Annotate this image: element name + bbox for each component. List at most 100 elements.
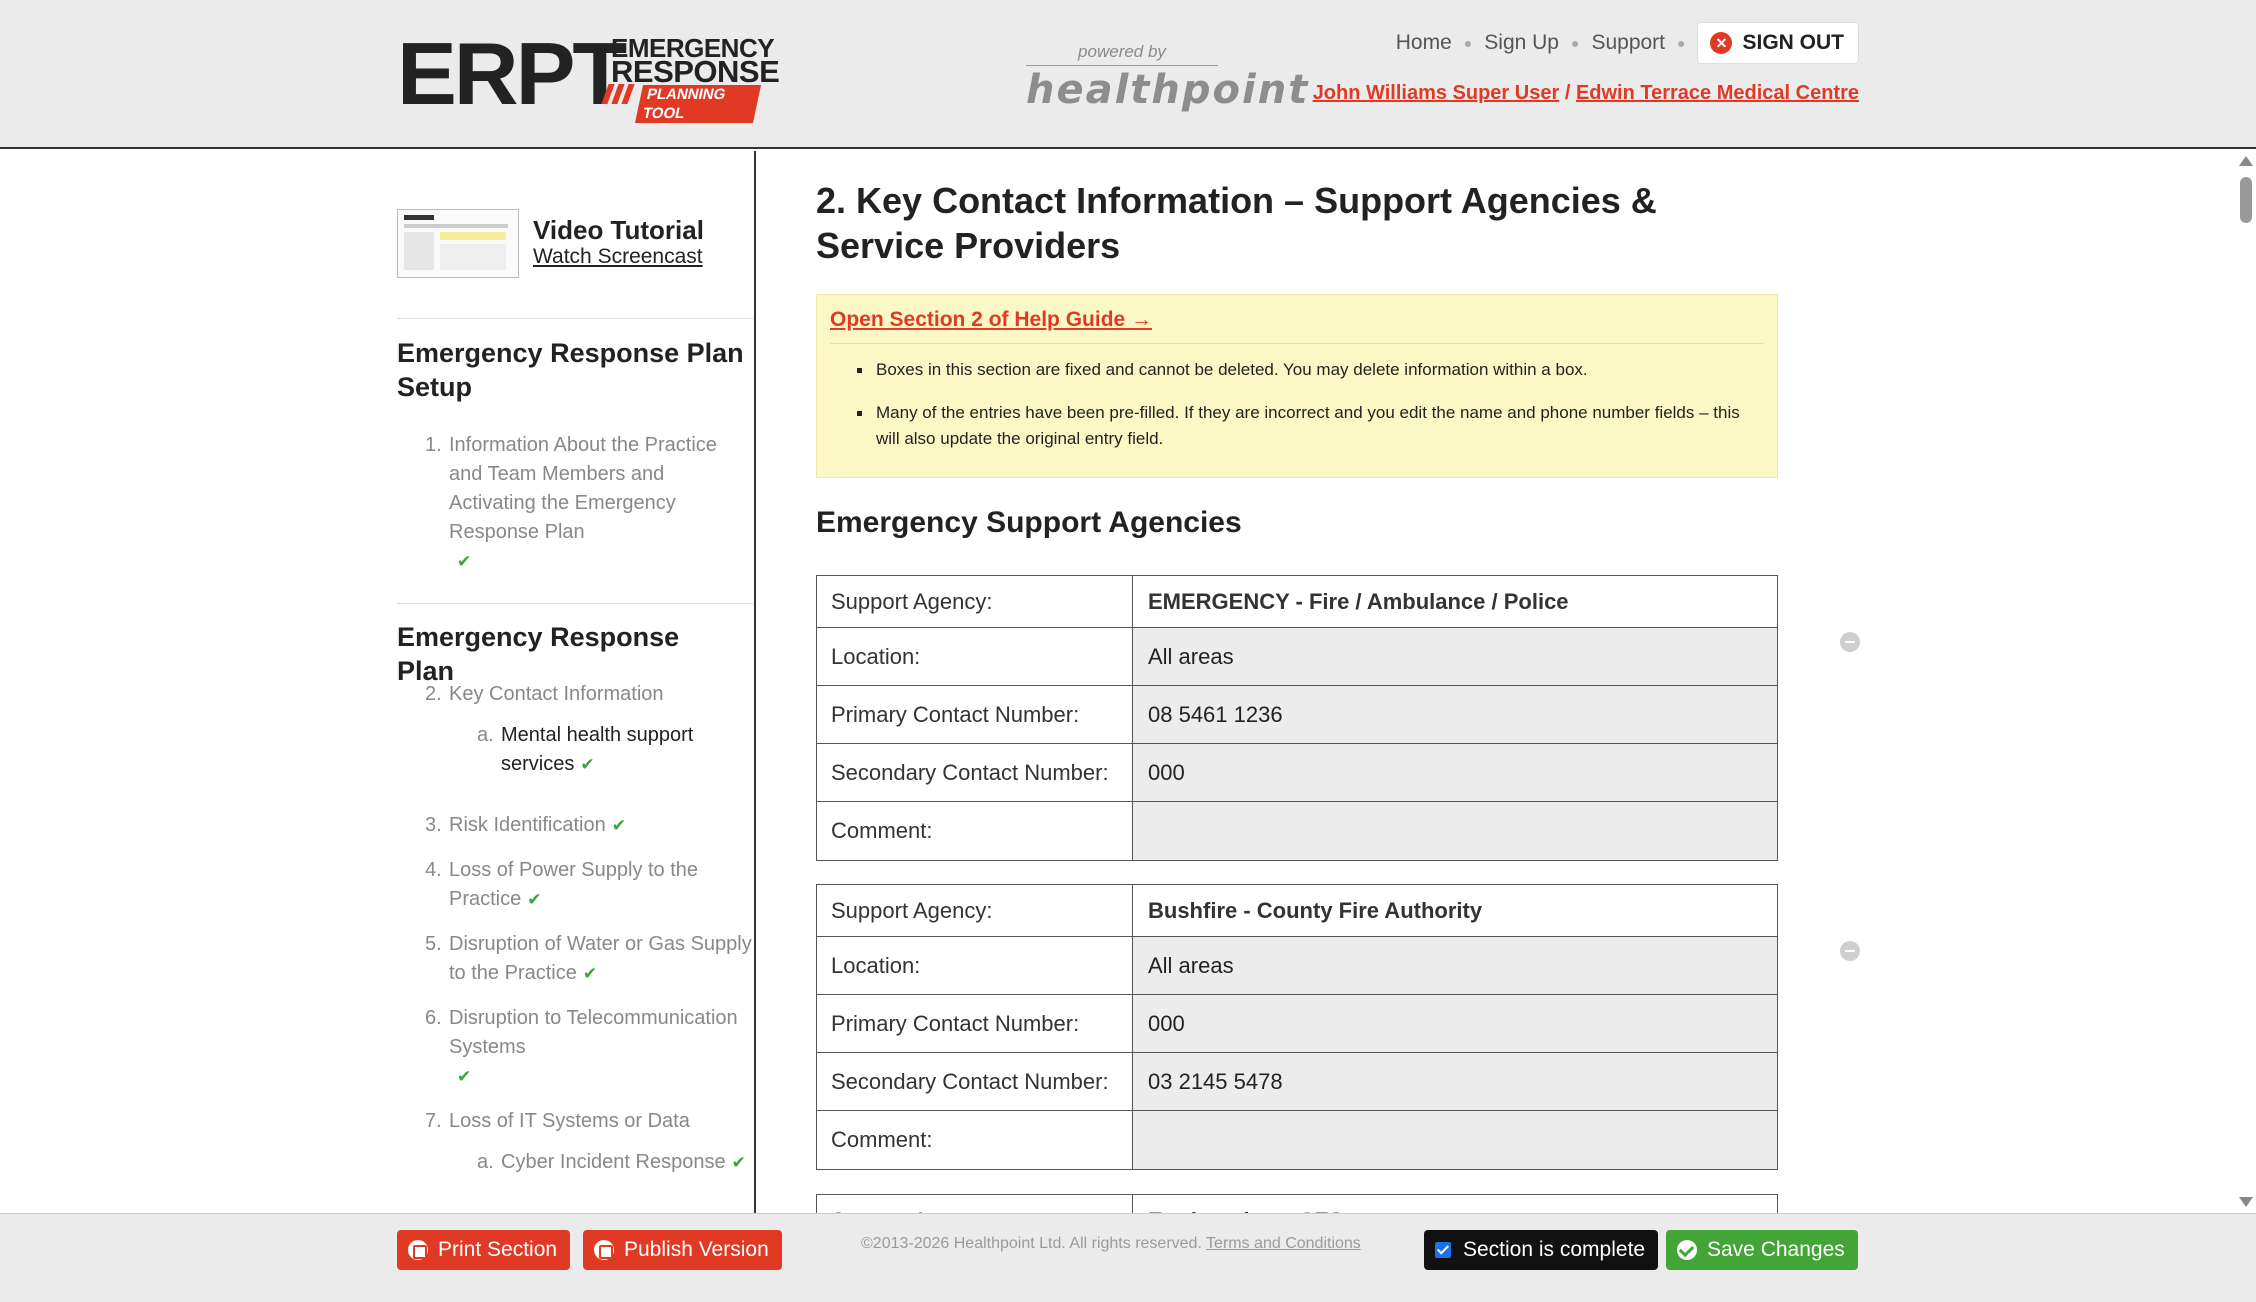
secondary-number-field[interactable]: 000 — [1133, 744, 1777, 801]
check-icon: ✔ — [731, 1153, 746, 1172]
healthpoint-logo: healthpoint — [1026, 67, 1310, 113]
help-guide-link[interactable]: Open Section 2 of Help Guide → — [830, 308, 1152, 332]
erpt-logo[interactable]: ERPT EMERGENCY RESPONSE PLANNING TOOL — [397, 30, 780, 123]
publish-version-button[interactable]: Publish Version — [583, 1230, 782, 1270]
sidebar-item-7a[interactable]: a. Cyber Incident Response ✔ — [397, 1148, 753, 1177]
practice-name-link[interactable]: Edwin Terrace Medical Centre — [1576, 82, 1859, 104]
powered-by-label: powered by — [1078, 42, 1166, 61]
sidebar-item-label: Mental health support services — [501, 724, 694, 775]
setup-heading: Emergency Response Plan Setup — [397, 338, 744, 402]
sidebar-item-label: Cyber Incident Response — [501, 1151, 726, 1173]
top-nav: Home ● Sign Up ● Support ● ✕ SIGN OUT — [1396, 22, 1859, 64]
save-changes-button[interactable]: Save Changes — [1666, 1230, 1858, 1270]
powered-divider — [1026, 65, 1218, 66]
page-scrollbar[interactable] — [2236, 151, 2256, 1213]
agency-label: Support Agency: — [817, 1195, 1133, 1213]
user-name-link[interactable]: John Williams Super User — [1313, 82, 1560, 104]
checkbox-icon[interactable] — [1435, 1242, 1451, 1258]
help-bullet: Many of the entries have been pre-filled… — [857, 400, 1759, 452]
nav-home[interactable]: Home — [1396, 31, 1452, 55]
sidebar-item-1[interactable]: 1. Information About the Practice and Te… — [397, 431, 753, 576]
sidebar-item-label: Key Contact Information — [449, 683, 664, 705]
section-complete-label: Section is complete — [1463, 1238, 1646, 1261]
user-separator: / — [1564, 82, 1571, 104]
location-field[interactable]: All areas — [1133, 937, 1777, 994]
video-thumbnail[interactable] — [397, 209, 519, 278]
nav-support[interactable]: Support — [1591, 31, 1665, 55]
sidebar-item-7[interactable]: 7. Loss of IT Systems or Data — [397, 1107, 753, 1136]
secondary-label: Secondary Contact Number: — [817, 1053, 1133, 1110]
check-icon: ✔ — [457, 1067, 472, 1086]
powered-by-healthpoint: powered by healthpoint — [1026, 42, 1310, 113]
watch-screencast-link[interactable]: Watch Screencast — [533, 245, 703, 268]
sidebar-item-label: Information About the Practice and Team … — [449, 434, 717, 543]
nav-signup[interactable]: Sign Up — [1484, 31, 1559, 55]
video-tutorial: Video Tutorial Watch Screencast — [397, 209, 704, 278]
scroll-up-arrow-icon[interactable] — [2239, 156, 2253, 166]
agency-label: Support Agency: — [817, 885, 1133, 936]
sidebar-item-label: Disruption of Water or Gas Supply to the… — [449, 933, 752, 984]
help-box: Open Section 2 of Help Guide → Boxes in … — [816, 294, 1778, 478]
sidebar-item-label: Loss of IT Systems or Data — [449, 1110, 690, 1132]
sidebar-divider — [397, 603, 753, 604]
agency-label: Support Agency: — [817, 576, 1133, 627]
logo-stripes — [601, 84, 635, 104]
section-complete-toggle[interactable]: Section is complete — [1424, 1230, 1659, 1270]
location-label: Location: — [817, 628, 1133, 685]
publish-version-label: Publish Version — [624, 1238, 769, 1261]
scrollbar-thumb[interactable] — [2240, 177, 2252, 223]
sidebar-item-2[interactable]: 2. Key Contact Information — [397, 680, 753, 709]
comment-label: Comment: — [817, 1111, 1133, 1169]
remove-icon[interactable] — [1840, 632, 1860, 652]
check-icon: ✔ — [527, 890, 542, 909]
comment-field[interactable] — [1133, 802, 1777, 860]
sign-out-button[interactable]: ✕ SIGN OUT — [1697, 22, 1859, 64]
secondary-label: Secondary Contact Number: — [817, 744, 1133, 801]
help-bullet: Boxes in this section are fixed and cann… — [857, 357, 1759, 383]
footer: Print Section Publish Version ©2013-2026… — [0, 1213, 2256, 1302]
sidebar-divider — [397, 318, 753, 319]
agency-table: Support Agency: Bushfire - County Fire Au… — [816, 884, 1778, 1170]
check-icon: ✔ — [457, 552, 472, 571]
setup-list: 1. Information About the Practice and Te… — [397, 431, 753, 576]
sidebar-item-3[interactable]: 3. Risk Identification ✔ — [397, 811, 753, 840]
scroll-down-arrow-icon[interactable] — [2239, 1197, 2253, 1207]
plan-heading: Emergency Response Plan — [397, 622, 680, 686]
logo-main-text: ERPT — [397, 24, 627, 123]
primary-label: Primary Contact Number: — [817, 995, 1133, 1052]
sidebar-item-2a[interactable]: a. Mental health support services ✔ — [397, 721, 753, 779]
user-line: John Williams Super User / Edwin Terrace… — [1313, 82, 1859, 105]
sidebar-item-4[interactable]: 4. Loss of Power Supply to the Practice ✔ — [397, 856, 753, 914]
copyright-text: ©2013-2026 Healthpoint Ltd. All rights r… — [861, 1235, 1202, 1252]
comment-field[interactable] — [1133, 1111, 1777, 1169]
comment-label: Comment: — [817, 802, 1133, 860]
help-divider — [830, 343, 1764, 344]
copyright: ©2013-2026 Healthpoint Ltd. All rights r… — [861, 1235, 1361, 1253]
agency-table: Support Agency: EMERGENCY - Fire / Ambula… — [816, 575, 1778, 861]
publish-icon — [594, 1240, 614, 1260]
save-changes-label: Save Changes — [1707, 1238, 1845, 1261]
sidebar: Video Tutorial Watch Screencast Emergenc… — [0, 151, 756, 1213]
sidebar-item-5[interactable]: 5. Disruption of Water or Gas Supply to … — [397, 930, 753, 988]
sidebar-item-label: Risk Identification — [449, 814, 606, 836]
close-circle-icon: ✕ — [1710, 32, 1733, 54]
sidebar-item-6[interactable]: 6. Disruption to Telecommunication Syste… — [397, 1004, 753, 1091]
secondary-number-field[interactable]: 03 2145 5478 — [1133, 1053, 1777, 1110]
check-icon: ✔ — [580, 755, 595, 774]
location-field[interactable]: All areas — [1133, 628, 1777, 685]
page-title: 2. Key Contact Information – Support Age… — [816, 180, 1657, 266]
header: ERPT EMERGENCY RESPONSE PLANNING TOOL po… — [0, 0, 2256, 149]
print-section-button[interactable]: Print Section — [397, 1230, 571, 1270]
primary-number-field[interactable]: 08 5461 1236 — [1133, 686, 1777, 743]
agency-name: Bushfire - County Fire Authority — [1133, 885, 1777, 936]
location-label: Location: — [817, 937, 1133, 994]
help-bullets: Boxes in this section are fixed and cann… — [857, 357, 1759, 469]
print-icon — [408, 1240, 428, 1260]
primary-number-field[interactable]: 000 — [1133, 995, 1777, 1052]
main-content: 2. Key Contact Information – Support Age… — [758, 151, 2236, 1213]
video-tutorial-title: Video Tutorial — [533, 215, 704, 245]
logo-line3: PLANNING TOOL — [634, 85, 762, 123]
plan-list: 2. Key Contact Information a. Mental hea… — [397, 680, 753, 1177]
remove-icon[interactable] — [1840, 941, 1860, 961]
terms-link[interactable]: Terms and Conditions — [1206, 1235, 1361, 1252]
